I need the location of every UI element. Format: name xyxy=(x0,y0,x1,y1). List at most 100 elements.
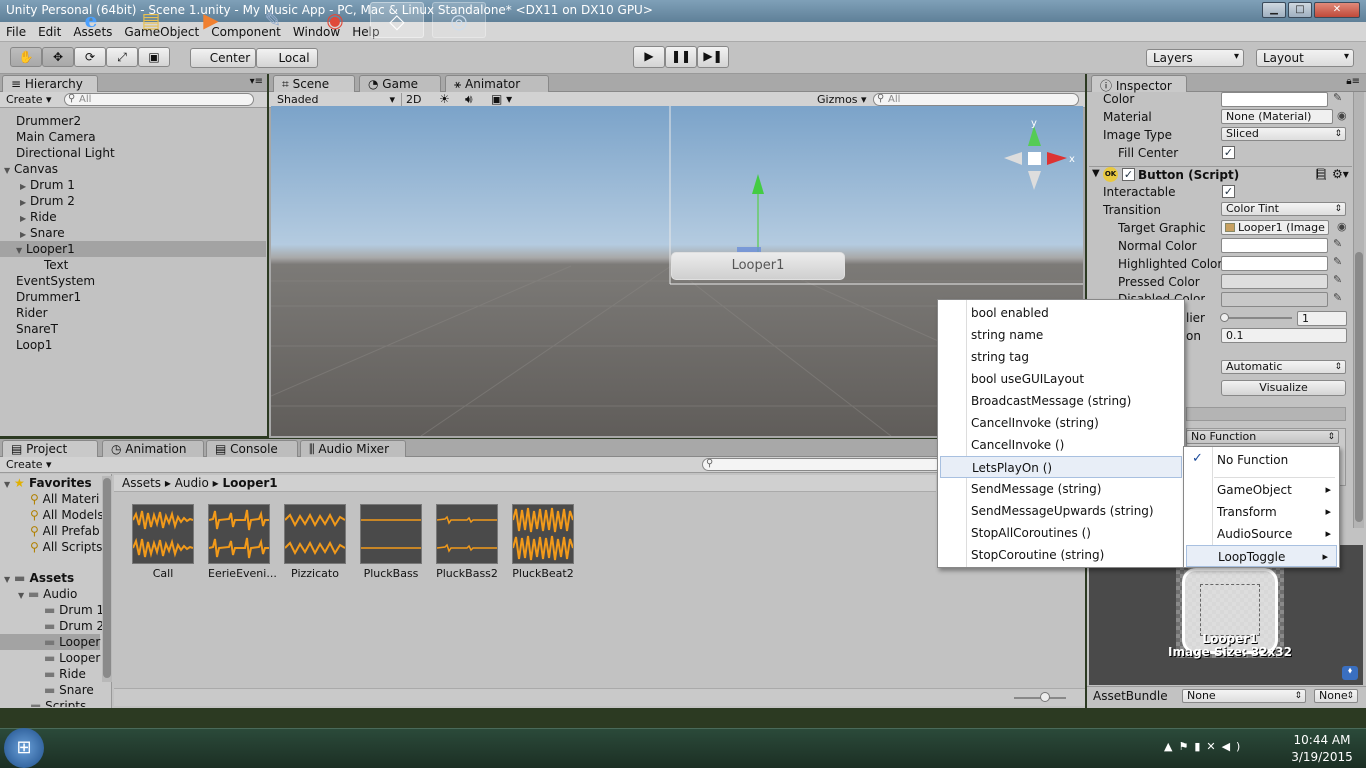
rotate-tool-icon[interactable]: ⟳ xyxy=(74,47,106,67)
effects-icon[interactable]: ▣ ▾ xyxy=(491,92,512,106)
folder-tree-scroll-thumb[interactable] xyxy=(103,478,111,678)
disabled-color-field[interactable] xyxy=(1221,292,1328,307)
menu-item-string-name[interactable]: string name xyxy=(938,324,1184,346)
eyedropper-icon[interactable]: ✎ xyxy=(1333,291,1342,304)
eyedropper-icon[interactable]: ✎ xyxy=(1333,255,1342,268)
favorite-item[interactable]: ⚲ All Models xyxy=(30,507,104,523)
folder-tree-scrollbar[interactable] xyxy=(102,476,112,682)
folder-item[interactable]: ▬ Scripts xyxy=(30,698,86,707)
folder-item[interactable]: ▬ Drum 1 xyxy=(44,602,104,618)
menu-item-bool-useguilayout[interactable]: bool useGUILayout xyxy=(938,368,1184,390)
icon-size-slider-thumb[interactable] xyxy=(1040,692,1050,702)
tag-icon[interactable]: ⬧ xyxy=(1342,666,1358,680)
hand-tool-icon[interactable]: ✋ xyxy=(10,47,42,67)
menu-edit[interactable]: Edit xyxy=(32,22,67,42)
menu-item-string-tag[interactable]: string tag xyxy=(938,346,1184,368)
expanded-triangle-icon[interactable]: ▼ xyxy=(18,588,28,604)
close-button[interactable]: ✕ xyxy=(1314,2,1360,18)
minimize-button[interactable]: ▁ xyxy=(1262,2,1286,18)
clock-time[interactable]: 10:44 AM xyxy=(1284,733,1360,747)
image-type-dropdown[interactable]: Sliced xyxy=(1221,127,1346,141)
tab-console[interactable]: ▤ Console xyxy=(206,440,298,457)
rect-tool-icon[interactable]: ▣ xyxy=(138,47,170,67)
expanded-triangle-icon[interactable]: ▼ xyxy=(4,163,14,179)
color-field[interactable] xyxy=(1221,92,1328,107)
hierarchy-item[interactable]: Text xyxy=(44,257,68,273)
transition-dropdown[interactable]: Color Tint xyxy=(1221,202,1346,216)
move-tool-icon[interactable]: ✥ xyxy=(42,47,74,67)
hierarchy-item[interactable]: ▶ Drum 1 xyxy=(20,177,75,193)
tab-animation[interactable]: ◷ Animation xyxy=(102,440,204,457)
audio-asset[interactable]: PluckBass2 xyxy=(436,504,498,580)
tab-inspector[interactable]: ⓘ Inspector xyxy=(1091,75,1187,93)
eyedropper-icon[interactable]: ✎ xyxy=(1333,273,1342,286)
assetbundle-dropdown[interactable]: None xyxy=(1182,689,1306,703)
menu-item-stopallcoroutines[interactable]: StopAllCoroutines () xyxy=(938,522,1184,544)
menu-item-sendmessageupwards[interactable]: SendMessageUpwards (string) xyxy=(938,500,1184,522)
menu-item-no-function[interactable]: No Function xyxy=(1184,449,1339,471)
menu-item-audiosource[interactable]: AudioSource xyxy=(1184,523,1339,545)
fill-center-checkbox[interactable]: ✓ xyxy=(1222,146,1235,159)
expanded-triangle-icon[interactable]: ▼ xyxy=(4,477,14,493)
menu-item-gameobject[interactable]: GameObject xyxy=(1184,479,1339,501)
pivot-toggle-button[interactable]: Center xyxy=(190,48,256,68)
menu-item-looptoggle[interactable]: LoopToggle xyxy=(1186,545,1337,568)
start-button-icon[interactable]: ⊞ xyxy=(4,728,44,768)
scene-orientation-gizmo[interactable]: y x xyxy=(1001,118,1081,198)
audio-asset[interactable]: PluckBass xyxy=(360,504,422,580)
pressed-color-field[interactable] xyxy=(1221,274,1328,289)
hierarchy-item[interactable]: SnareT xyxy=(16,321,58,337)
button-enabled-checkbox[interactable]: ✓ xyxy=(1122,168,1135,181)
eyedropper-icon[interactable]: ✎ xyxy=(1333,237,1342,250)
menu-item-cancelinvoke-string[interactable]: CancelInvoke (string) xyxy=(938,412,1184,434)
target-graphic-field[interactable]: Looper1 (Image xyxy=(1221,220,1329,235)
lock-icon[interactable]: 🔒︎≡ xyxy=(1346,76,1360,87)
media-player-icon[interactable]: ▶ xyxy=(184,2,238,38)
multiplier-slider-track[interactable] xyxy=(1224,317,1292,319)
clock-date[interactable]: 3/19/2015 xyxy=(1284,750,1360,764)
normal-color-field[interactable] xyxy=(1221,238,1328,253)
shading-dropdown[interactable]: Shaded ▾ xyxy=(277,93,395,106)
paint-icon[interactable]: ✎ xyxy=(246,2,300,38)
breadcrumb-looper1[interactable]: Looper1 xyxy=(222,476,277,490)
tab-hierarchy[interactable]: ≡ Hierarchy xyxy=(2,75,98,92)
material-field[interactable]: None (Material) xyxy=(1221,109,1333,124)
panel-menu-icon[interactable]: ▾≡ xyxy=(250,76,263,87)
inspector-scroll-thumb[interactable] xyxy=(1355,252,1363,522)
menu-item-stopcoroutine[interactable]: StopCoroutine (string) xyxy=(938,544,1184,566)
help-icon[interactable]: 📘︎ xyxy=(1314,168,1328,181)
lighting-icon[interactable]: ☀ xyxy=(439,92,450,106)
menu-item-cancelinvoke[interactable]: CancelInvoke () xyxy=(938,434,1184,456)
hierarchy-item[interactable]: Directional Light xyxy=(16,145,115,161)
breadcrumb-assets[interactable]: Assets xyxy=(122,476,161,490)
folder-item[interactable]: ▬ Snare xyxy=(44,682,94,698)
maximize-button[interactable]: □ xyxy=(1288,2,1312,18)
project-search-input[interactable] xyxy=(702,458,942,471)
file-explorer-icon[interactable]: ▤ xyxy=(124,2,178,38)
pause-icon[interactable]: ❚❚ xyxy=(665,46,697,68)
hierarchy-item[interactable]: Drummer1 xyxy=(16,289,81,305)
multiplier-field[interactable]: 1 xyxy=(1297,311,1347,326)
hierarchy-create-dropdown[interactable]: Create ▾ xyxy=(6,93,52,106)
hierarchy-search-input[interactable]: All xyxy=(64,93,254,106)
internet-explorer-icon[interactable]: e xyxy=(64,2,118,38)
hierarchy-item[interactable]: ▶ Ride xyxy=(20,209,57,225)
object-picker-icon[interactable]: ◉ xyxy=(1337,109,1347,122)
chrome-icon[interactable]: ◉ xyxy=(308,2,362,38)
audio-asset[interactable]: Call xyxy=(132,504,194,580)
menu-item-transform[interactable]: Transform xyxy=(1184,501,1339,523)
project-create-dropdown[interactable]: Create ▾ xyxy=(6,458,52,471)
menu-item-bool-enabled[interactable]: bool enabled xyxy=(938,302,1184,324)
onclick-function-dropdown[interactable]: No Function xyxy=(1186,430,1339,444)
eyedropper-icon[interactable]: ✎ xyxy=(1333,91,1342,104)
foldout-triangle-icon[interactable]: ▼ xyxy=(1092,168,1100,179)
expanded-triangle-icon[interactable]: ▼ xyxy=(4,572,14,588)
menu-item-broadcastmessage[interactable]: BroadcastMessage (string) xyxy=(938,390,1184,412)
component-settings-gear-icon[interactable]: ⚙▾ xyxy=(1332,167,1349,181)
interactable-checkbox[interactable]: ✓ xyxy=(1222,185,1235,198)
navigation-dropdown[interactable]: Automatic xyxy=(1221,360,1346,374)
gizmos-dropdown[interactable]: Gizmos ▾ xyxy=(817,93,867,106)
favorite-item[interactable]: ⚲ All Materi xyxy=(30,491,99,507)
scale-tool-icon[interactable]: ⤢ xyxy=(106,47,138,67)
assets-header[interactable]: ▼ ▬ Assets xyxy=(4,570,74,586)
